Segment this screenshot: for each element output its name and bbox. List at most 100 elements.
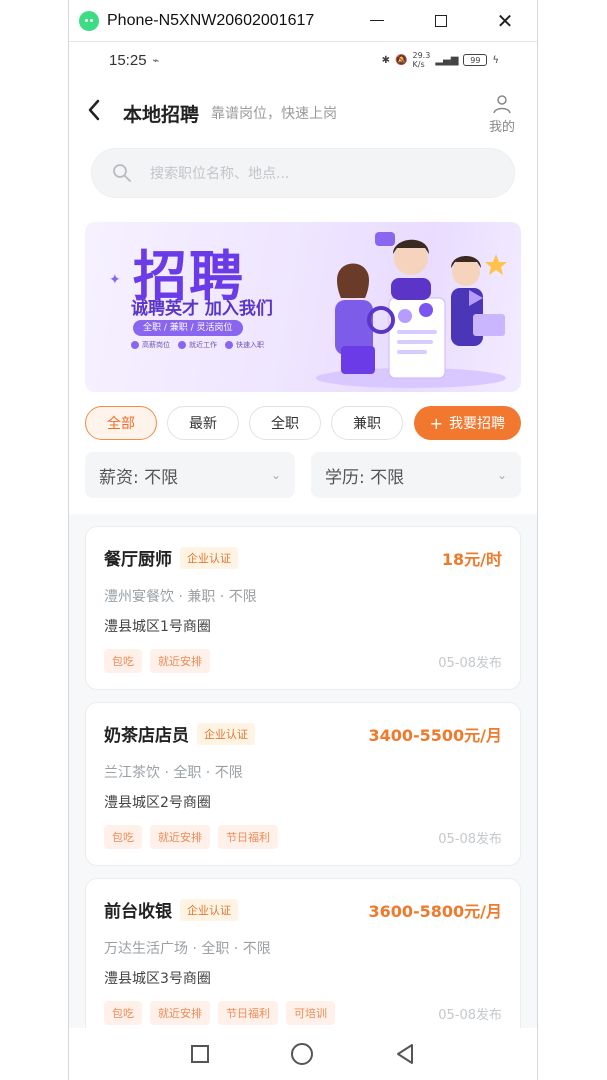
banner-feature: 高薪岗位	[131, 340, 170, 350]
page-subtitle: 靠谱岗位，快速上岗	[211, 106, 338, 122]
job-salary: 18元/时	[441, 549, 502, 569]
job-list: 餐厅厨师 企业认证 18元/时 澧州宴餐饮 · 兼职 · 不限 澧县城区1号商圈…	[69, 514, 537, 1028]
job-location: 澧县城区1号商圈	[104, 619, 211, 635]
post-job-label: 我要招聘	[449, 416, 505, 432]
status-time: 15:25	[109, 51, 147, 69]
job-location: 澧县城区2号商圈	[104, 795, 211, 811]
banner-container: ✦ 招聘 诚聘英才 加入我们 全职 / 兼职 / 灵活岗位 高薪岗位 就近工作 …	[69, 222, 537, 392]
window-title: Phone-N5XNW20602001617	[107, 11, 315, 29]
job-tag: 就近安排	[150, 1001, 210, 1025]
home-button[interactable]	[291, 1043, 313, 1065]
window-titlebar: Phone-N5XNW20602001617 ✕	[69, 0, 537, 42]
signal-icon: ▂▄▆	[435, 54, 459, 66]
job-title: 餐厅厨师	[104, 550, 172, 570]
page-title: 本地招聘	[123, 103, 200, 126]
job-card-header: 奶茶店店员 企业认证 3400-5500元/月	[104, 721, 502, 746]
recruitment-banner[interactable]: ✦ 招聘 诚聘英才 加入我们 全职 / 兼职 / 灵活岗位 高薪岗位 就近工作 …	[85, 222, 521, 392]
feature-dot-icon	[131, 341, 139, 349]
sparkle-icon: ✦	[109, 272, 121, 288]
job-tag: 节日福利	[218, 825, 278, 849]
verified-badge: 企业认证	[180, 546, 238, 569]
job-tag: 就近安排	[150, 649, 210, 673]
job-card-header: 餐厅厨师 企业认证 18元/时	[104, 545, 502, 570]
close-button[interactable]: ✕	[473, 0, 537, 42]
cast-icon: ⌁	[152, 53, 160, 67]
chip-all[interactable]: 全部	[85, 406, 157, 440]
job-salary: 3400-5500元/月	[368, 725, 502, 745]
job-card-header: 前台收银 企业认证 3600-5800元/月	[104, 897, 502, 922]
user-icon	[493, 95, 511, 114]
chip-parttime[interactable]: 兼职	[331, 406, 403, 440]
desktop: Phone-N5XNW20602001617 ✕ 15:25 ⌁ ✱ 🔕 29.…	[0, 0, 607, 1080]
job-posted-date: 05-08发布	[438, 655, 502, 671]
android-nav-bar	[69, 1028, 537, 1080]
chevron-down-icon: ⌄	[496, 468, 507, 482]
profile-button[interactable]: 我的	[489, 94, 515, 135]
banner-tags: 全职 / 兼职 / 灵活岗位	[133, 320, 243, 336]
banner-feature: 快速入职	[225, 340, 264, 350]
job-company-info: 澧州宴餐饮 · 兼职 · 不限	[104, 589, 257, 605]
job-posted-date: 05-08发布	[438, 1007, 502, 1023]
filter-dropdowns: 薪资: 不限 ⌄ 学历: 不限 ⌄	[69, 440, 537, 498]
plus-icon: +	[429, 413, 443, 433]
status-icons: ✱ 🔕 29.3 K/s ▂▄▆ 99 ϟ	[382, 51, 499, 69]
triangle-back-icon	[397, 1044, 413, 1064]
minimize-button[interactable]	[345, 0, 409, 42]
banner-subtitle: 诚聘英才 加入我们	[131, 299, 273, 319]
phone-mirror-window: Phone-N5XNW20602001617 ✕ 15:25 ⌁ ✱ 🔕 29.…	[68, 0, 538, 1080]
job-card[interactable]: 餐厅厨师 企业认证 18元/时 澧州宴餐饮 · 兼职 · 不限 澧县城区1号商圈…	[85, 526, 521, 690]
close-icon: ✕	[496, 8, 514, 33]
battery-icon: 99	[463, 54, 488, 66]
job-posted-date: 05-08发布	[438, 831, 502, 847]
search-placeholder: 搜索职位名称、地点...	[150, 166, 290, 182]
feature-dot-icon	[225, 341, 233, 349]
salary-dropdown[interactable]: 薪资: 不限 ⌄	[85, 452, 295, 498]
feature-dot-icon	[178, 341, 186, 349]
mute-icon: 🔕	[395, 54, 408, 66]
job-salary: 3600-5800元/月	[368, 901, 502, 921]
maximize-button[interactable]	[409, 0, 473, 42]
verified-badge: 企业认证	[197, 722, 255, 745]
filter-chips: 全部 最新 全职 兼职 + 我要招聘	[69, 392, 537, 440]
job-card[interactable]: 前台收银 企业认证 3600-5800元/月 万达生活广场 · 全职 · 不限 …	[85, 878, 521, 1028]
job-tag: 包吃	[104, 825, 142, 849]
minimize-icon	[370, 19, 384, 22]
job-tag: 包吃	[104, 1001, 142, 1025]
status-bar: 15:25 ⌁ ✱ 🔕 29.3 K/s ▂▄▆ 99 ϟ	[69, 42, 537, 78]
chevron-left-icon	[88, 99, 100, 121]
chip-fulltime[interactable]: 全职	[249, 406, 321, 440]
bluetooth-icon: ✱	[381, 54, 391, 66]
nav-back-button[interactable]	[395, 1043, 415, 1065]
job-location: 澧县城区3号商圈	[104, 971, 211, 987]
job-card-footer: 包吃 就近安排 节日福利 可培训 05-08发布	[104, 1001, 502, 1025]
profile-label: 我的	[488, 120, 515, 135]
battery-level: 99	[470, 55, 481, 65]
recents-button[interactable]	[191, 1045, 209, 1063]
job-card[interactable]: 奶茶店店员 企业认证 3400-5500元/月 兰江茶饮 · 全职 · 不限 澧…	[85, 702, 521, 866]
job-company-info: 兰江茶饮 · 全职 · 不限	[104, 765, 243, 781]
job-tag: 包吃	[104, 649, 142, 673]
job-title: 前台收银	[104, 902, 172, 922]
job-tag: 可培训	[286, 1001, 335, 1025]
charging-icon: ϟ	[492, 54, 499, 66]
job-card-footer: 包吃 就近安排 节日福利 05-08发布	[104, 825, 502, 849]
chevron-down-icon: ⌄	[270, 468, 281, 482]
education-dropdown[interactable]: 学历: 不限 ⌄	[311, 452, 521, 498]
salary-dropdown-value: 薪资: 不限	[99, 467, 179, 488]
post-job-button[interactable]: + 我要招聘	[413, 406, 521, 440]
search-input[interactable]: 搜索职位名称、地点...	[91, 148, 515, 198]
verified-badge: 企业认证	[180, 898, 238, 921]
job-company-info: 万达生活广场 · 全职 · 不限	[104, 941, 271, 957]
network-speed: 29.3 K/s	[412, 51, 431, 69]
job-tag: 节日福利	[218, 1001, 278, 1025]
app-header: 本地招聘 靠谱岗位，快速上岗 我的	[69, 78, 537, 148]
job-card-footer: 包吃 就近安排 05-08发布	[104, 649, 502, 673]
banner-feature: 就近工作	[178, 340, 217, 350]
job-title: 奶茶店店员	[104, 726, 189, 746]
chip-latest[interactable]: 最新	[167, 406, 239, 440]
job-tag: 就近安排	[150, 825, 210, 849]
maximize-icon	[435, 14, 447, 27]
education-dropdown-value: 学历: 不限	[325, 467, 405, 488]
back-button[interactable]	[87, 98, 115, 128]
recruiters-illustration	[316, 232, 507, 388]
